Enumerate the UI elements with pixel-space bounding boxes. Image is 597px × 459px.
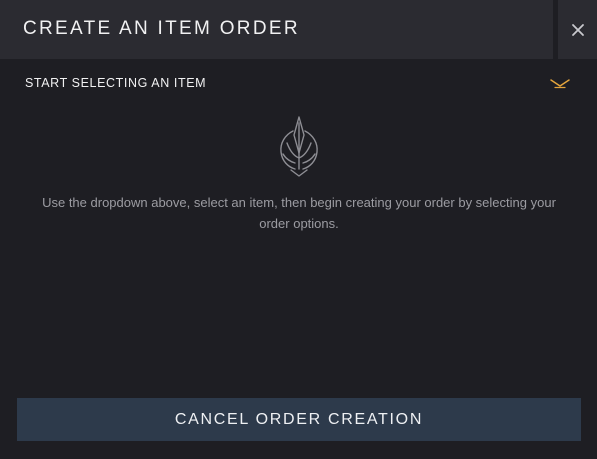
cancel-order-label: CANCEL ORDER CREATION xyxy=(174,410,424,428)
cancel-order-button[interactable]: CANCEL ORDER CREATION xyxy=(17,398,581,441)
close-button[interactable] xyxy=(558,0,597,59)
item-select-dropdown[interactable]: START SELECTING AN ITEM xyxy=(0,59,597,107)
close-icon xyxy=(571,23,584,36)
emblem-icon xyxy=(280,116,318,177)
dropdown-label: START SELECTING AN ITEM xyxy=(25,76,207,90)
chevron-down-icon xyxy=(550,79,570,89)
empty-state-text: Use the dropdown above, select an item, … xyxy=(42,195,556,231)
modal-header: CREATE AN ITEM ORDER xyxy=(0,0,553,59)
modal-title: CREATE AN ITEM ORDER xyxy=(23,18,300,39)
